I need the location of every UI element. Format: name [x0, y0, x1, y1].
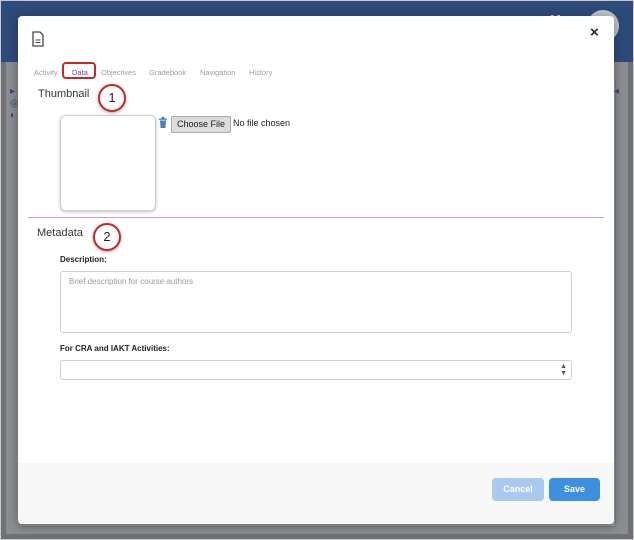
- tab-highlight-annotation: [62, 62, 96, 79]
- cancel-button[interactable]: Cancel: [492, 478, 544, 501]
- file-status: No file chosen: [233, 118, 291, 128]
- tab-activity[interactable]: Activity: [34, 68, 58, 77]
- collapse-arrow-icon: ◂: [614, 86, 620, 97]
- cra-label: For CRA and IAKT Activities:: [60, 344, 170, 353]
- select-arrows-icon: ▲ ▼: [560, 363, 567, 377]
- tab-objectives[interactable]: Objectives: [101, 68, 136, 77]
- metadata-heading: Metadata: [37, 227, 83, 239]
- description-label: Description:: [60, 255, 107, 264]
- activity-settings-modal: × Activity Data Objectives Gradebook Nav…: [18, 16, 614, 524]
- thumbnail-preview: [60, 115, 156, 211]
- tab-navigation[interactable]: Navigation: [200, 68, 235, 77]
- tab-gradebook[interactable]: Gradebook: [149, 68, 186, 77]
- cra-select[interactable]: ▲ ▼: [60, 360, 572, 380]
- description-input[interactable]: [60, 271, 572, 333]
- callout-1: 1: [98, 84, 126, 112]
- thumbnail-heading: Thumbnail: [38, 88, 90, 100]
- close-icon[interactable]: ×: [590, 24, 599, 41]
- document-icon: [32, 31, 44, 47]
- save-button[interactable]: Save: [549, 478, 600, 501]
- callout-2: 2: [93, 223, 121, 251]
- choose-file-button[interactable]: Choose File: [171, 116, 232, 133]
- trash-icon[interactable]: [158, 117, 168, 128]
- section-divider: [28, 217, 604, 218]
- tab-history[interactable]: History: [249, 68, 272, 77]
